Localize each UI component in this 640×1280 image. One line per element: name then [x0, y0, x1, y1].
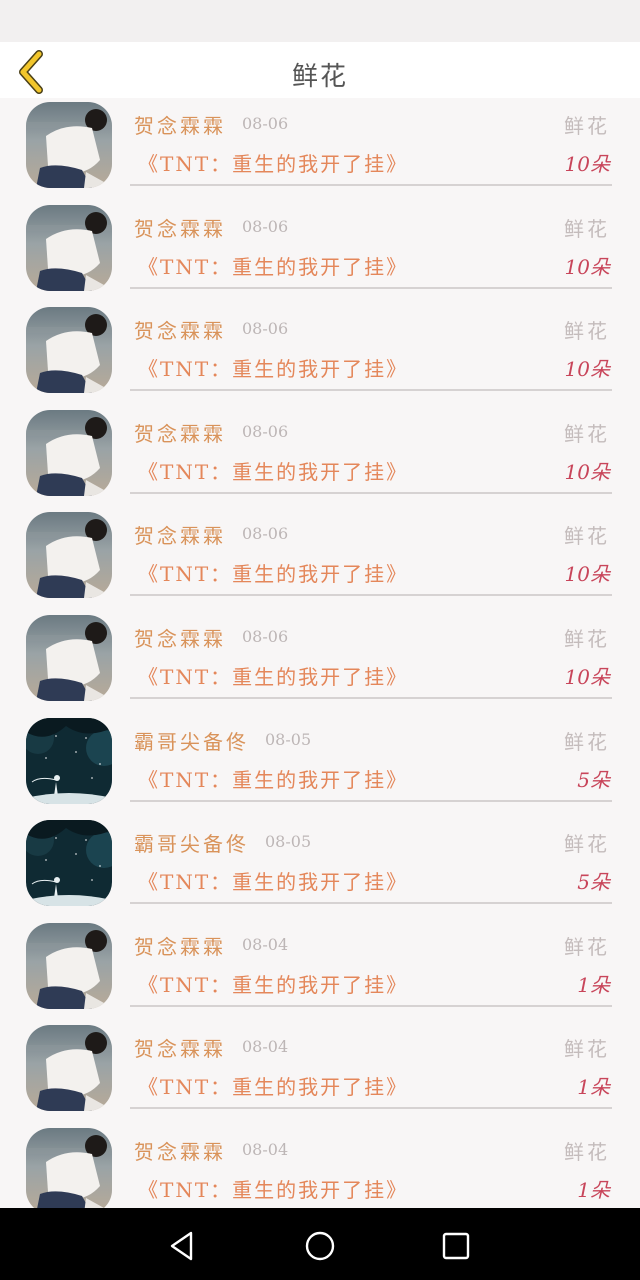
triangle-back-icon	[170, 1231, 193, 1261]
sender-name: 贺念霖霖	[134, 626, 226, 651]
sender-name: 霸哥尖备佟	[134, 729, 249, 754]
gift-record-list: 贺念霖霖 08-06 鲜花 《TNT：重生的我开了挂》 10朵 贺念霖霖 08-06 鲜花 《T…	[0, 98, 640, 1208]
user-avatar[interactable]	[26, 1025, 112, 1112]
gift-type-label: 鲜花	[564, 832, 610, 857]
gift-record-item[interactable]: 贺念霖霖 08-04 鲜花《TNT：重生的我开了挂》 1朵	[0, 1021, 640, 1124]
divider	[130, 696, 612, 699]
gift-type-label: 鲜花	[564, 524, 610, 549]
gift-count: 10朵	[564, 152, 610, 176]
user-avatar[interactable]	[26, 614, 112, 701]
user-avatar[interactable]	[26, 102, 112, 188]
gift-record-item[interactable]: 贺念霖霖 08-04 鲜花《TNT：重生的我开了挂》 1朵	[0, 919, 640, 1022]
gift-date: 08-06	[242, 114, 289, 133]
user-avatar[interactable]	[26, 512, 112, 599]
divider	[130, 902, 612, 905]
gift-date: 08-05	[265, 832, 312, 852]
gift-count: 10朵	[564, 357, 610, 382]
system-home-button[interactable]	[300, 1226, 340, 1266]
sender-name: 贺念霖霖	[134, 421, 226, 446]
sender-name: 贺念霖霖	[134, 1139, 226, 1164]
divider	[130, 1004, 612, 1007]
gift-date: 08-05	[265, 729, 312, 749]
gift-record-item[interactable]: 贺念霖霖 08-06 鲜花《TNT：重生的我开了挂》 10朵	[0, 508, 640, 611]
gift-type-label: 鲜花	[564, 421, 610, 446]
sender-name: 贺念霖霖	[134, 1037, 226, 1062]
divider	[130, 594, 612, 597]
gift-record-item[interactable]: 贺念霖霖 08-06 鲜花《TNT：重生的我开了挂》 10朵	[0, 406, 640, 509]
user-avatar[interactable]	[26, 1127, 112, 1208]
book-title: 《TNT：重生的我开了挂》	[138, 767, 409, 792]
gift-type-label: 鲜花	[564, 729, 610, 754]
book-title: 《TNT：重生的我开了挂》	[138, 664, 409, 689]
gift-type-label: 鲜花	[564, 1139, 610, 1164]
system-navigation-bar	[0, 1208, 640, 1280]
nav-header: 鲜花	[0, 42, 640, 98]
book-title: 《TNT：重生的我开了挂》	[138, 254, 409, 279]
user-avatar[interactable]	[26, 820, 112, 907]
user-avatar[interactable]	[26, 409, 112, 496]
gift-date: 08-04	[242, 934, 289, 954]
sender-name: 贺念霖霖	[134, 216, 226, 241]
divider	[130, 799, 612, 802]
gift-date: 08-04	[242, 1037, 289, 1057]
gift-count: 1朵	[577, 1075, 610, 1100]
gift-count: 10朵	[564, 459, 610, 484]
circle-home-icon	[305, 1231, 335, 1261]
gift-type-label: 鲜花	[564, 319, 610, 344]
user-avatar[interactable]	[26, 717, 112, 804]
gift-date: 08-06	[242, 626, 289, 646]
sender-name: 贺念霖霖	[134, 524, 226, 549]
gift-count: 10朵	[564, 254, 610, 279]
gift-date: 08-06	[242, 216, 289, 236]
system-back-button[interactable]	[162, 1226, 202, 1266]
gift-type-label: 鲜花	[564, 1037, 610, 1062]
book-title: 《TNT：重生的我开了挂》	[138, 972, 409, 997]
gift-type-label: 鲜花	[564, 626, 610, 651]
divider	[130, 1107, 612, 1110]
user-avatar[interactable]	[26, 204, 112, 291]
book-title: 《TNT：重生的我开了挂》	[138, 1075, 409, 1100]
sender-name: 贺念霖霖	[134, 319, 226, 344]
sender-name: 贺念霖霖	[134, 934, 226, 959]
gift-count: 1朵	[577, 1177, 610, 1202]
gift-type-label: 鲜花	[564, 114, 610, 138]
user-avatar[interactable]	[26, 922, 112, 1009]
gift-type-label: 鲜花	[564, 216, 610, 241]
gift-record-item[interactable]: 贺念霖霖 08-06 鲜花《TNT：重生的我开了挂》 10朵	[0, 98, 640, 201]
gift-date: 08-06	[242, 524, 289, 544]
book-title: 《TNT：重生的我开了挂》	[138, 459, 409, 484]
book-title: 《TNT：重生的我开了挂》	[138, 1177, 409, 1202]
book-title: 《TNT：重生的我开了挂》	[138, 562, 409, 587]
status-bar	[0, 0, 640, 42]
book-title: 《TNT：重生的我开了挂》	[138, 152, 409, 176]
gift-count: 5朵	[577, 767, 610, 792]
user-avatar[interactable]	[26, 307, 112, 394]
gift-record-item[interactable]: 贺念霖霖 08-04 鲜花《TNT：重生的我开了挂》 1朵	[0, 1124, 640, 1208]
page-title: 鲜花	[291, 62, 348, 92]
gift-record-item[interactable]: 贺念霖霖 08-06 鲜花《TNT：重生的我开了挂》 10朵	[0, 303, 640, 406]
gift-record-item[interactable]: 贺念霖霖 08-06 鲜花《TNT：重生的我开了挂》 10朵	[0, 201, 640, 304]
divider	[130, 389, 612, 392]
sender-name: 贺念霖霖	[134, 114, 226, 138]
gift-count: 5朵	[577, 870, 610, 895]
square-recent-icon	[442, 1232, 470, 1260]
system-recent-apps-button[interactable]	[436, 1226, 476, 1266]
gift-record-item[interactable]: 霸哥尖备佟 08-05 鲜花《TNT：重生的我开了挂》 5朵	[0, 714, 640, 817]
divider	[130, 184, 612, 186]
gift-count: 10朵	[564, 664, 610, 689]
divider	[130, 286, 612, 289]
gift-date: 08-06	[242, 319, 289, 339]
sender-name: 霸哥尖备佟	[134, 832, 249, 857]
book-title: 《TNT：重生的我开了挂》	[138, 357, 409, 382]
gift-count: 10朵	[564, 562, 610, 587]
book-title: 《TNT：重生的我开了挂》	[138, 870, 409, 895]
divider	[130, 491, 612, 494]
gift-date: 08-06	[242, 421, 289, 441]
gift-record-item[interactable]: 贺念霖霖 08-06 鲜花《TNT：重生的我开了挂》 10朵	[0, 611, 640, 714]
gift-count: 1朵	[577, 972, 610, 997]
gift-type-label: 鲜花	[564, 934, 610, 959]
gift-date: 08-04	[242, 1139, 289, 1159]
gift-record-item[interactable]: 霸哥尖备佟 08-05 鲜花《TNT：重生的我开了挂》 5朵	[0, 816, 640, 919]
